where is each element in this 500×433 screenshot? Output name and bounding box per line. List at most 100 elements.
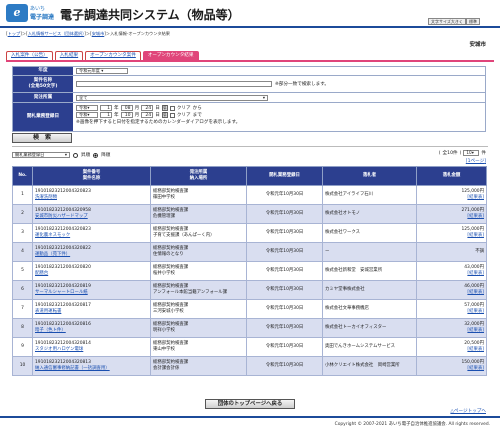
table-row: 9 19101823212004320814 スタジオ用ハロゲン電球 総務部契約検査課…	[12, 337, 487, 357]
cell-case: 19101823212004320814 スタジオ用ハロゲン電球	[32, 337, 151, 357]
section-row: 発注所属 全て ▾	[12, 93, 486, 103]
day-unit: 日	[155, 113, 160, 118]
cell-no: 8	[12, 318, 33, 338]
cell-winner: 株式会社トーカイオフィスター	[322, 318, 417, 338]
section-select[interactable]: 全て ▾	[76, 94, 268, 101]
sort-select[interactable]: 開札業務登録日 ▾	[12, 152, 70, 158]
cell-amount: 150,000円 [結果表]	[416, 356, 487, 376]
cell-no: 4	[12, 242, 33, 262]
page-link[interactable]: [1ページ]	[466, 158, 486, 164]
case-name-link[interactable]: サーマルシャートロール紙	[35, 290, 148, 296]
case-name-input[interactable]	[76, 81, 272, 87]
font-size-standard-button[interactable]: 標準	[466, 18, 480, 25]
col-date: 開札業務登録日	[246, 166, 323, 186]
cell-case: 19101823212004320820 配膳台	[32, 261, 151, 281]
site-logo-icon[interactable]: e	[6, 4, 28, 22]
result-sheet-link[interactable]: [結果表]	[419, 214, 484, 220]
table-row: 3 19101823212004320823 運化農ネスモック 総務部契約検査課 子育て…	[12, 223, 487, 243]
cell-winner: 株式会社新和堂 安城営業所	[322, 261, 417, 281]
page-size-select[interactable]: 10 ▾	[463, 150, 480, 156]
year-select-value: 令和元年度	[79, 68, 100, 73]
tab-bid-cases[interactable]: 入札案件（公告）	[6, 51, 53, 60]
breadcrumb-link-service[interactable]: 入札情報サービス（団体選択）	[28, 31, 85, 36]
date-to-year-input[interactable]: 1	[100, 112, 112, 118]
cell-date: 令和元年10月30日	[246, 299, 323, 319]
cell-winner: 株式会社文華事務機店	[322, 299, 417, 319]
table-header-row: No. 案件番号 案件名称 発注所属 納入場所 開札業務登録日 落札者 落札金額	[12, 166, 487, 186]
back-to-top-button[interactable]: 団体のトップページへ戻る	[205, 399, 295, 409]
cell-case: 19101823212004320816 暗子（色ト件）	[32, 318, 151, 338]
cell-no: 5	[12, 261, 33, 281]
cell-case: 19101823212004320958 安城市防災ハザードマップ	[32, 204, 151, 224]
cell-amount: 43,000円 [結果表]	[416, 261, 487, 281]
calendar-icon[interactable]: 暦	[161, 112, 168, 118]
date-from-day-input[interactable]: 24	[141, 105, 154, 111]
case-name-link[interactable]: 配膳台	[35, 271, 148, 277]
cell-date: 令和元年10月30日	[246, 261, 323, 281]
logo-text-top: あいち	[30, 6, 46, 12]
case-name-link[interactable]: スタジオ用ハロゲン電球	[35, 347, 148, 353]
date-from-month-input[interactable]: 08	[120, 105, 133, 111]
total-count: 全10件	[442, 151, 458, 156]
cell-case: 19101823212004320822 運動品（苑下件）	[32, 242, 151, 262]
sort-asc-radio[interactable]	[73, 152, 78, 158]
date-to-month-input[interactable]: 10	[120, 112, 133, 118]
cell-no: 10	[12, 356, 33, 376]
result-tabs: 入札案件（公告） 入札結果 オープンカウンタ案件 オープンカウンタ結果	[6, 51, 199, 60]
cell-date: 令和元年10月30日	[246, 337, 323, 357]
chevron-down-icon: ▾	[262, 94, 265, 100]
case-name-link[interactable]: 暗子（色ト件）	[35, 328, 148, 334]
tab-open-counter-cases[interactable]: オープンカウンタ案件	[85, 51, 141, 60]
from-suffix: から	[192, 106, 202, 111]
case-name-link[interactable]: 安城市防災ハザードマップ	[35, 214, 148, 220]
result-sheet-link[interactable]: [結果表]	[419, 195, 484, 201]
date-from-clear-checkbox[interactable]	[169, 105, 175, 111]
case-name-link[interactable]: 納入通信審事修納記書（一括調査用）	[35, 366, 148, 372]
sort-desc-radio[interactable]	[93, 152, 99, 158]
delivery-place: 子育て支援課（あんぱーく内）	[153, 233, 215, 238]
date-to-era-select[interactable]: 令和 ▾	[76, 112, 98, 118]
table-row: 10 19101823212004320813 納入通信審事修納記書（一括調査用）総…	[12, 356, 487, 376]
table-row: 4 19101823212004320822 運動品（苑下件） 総務部契約検査課 住情報…	[12, 242, 487, 262]
result-sheet-link[interactable]: [結果表]	[419, 233, 484, 239]
calendar-icon[interactable]: 暦	[161, 105, 168, 111]
sort-select-value: 開札業務登録日	[15, 152, 45, 157]
date-label: 開札業務登録日	[13, 103, 73, 131]
case-name-link[interactable]: 洗濯洗剤類	[35, 195, 148, 201]
day-unit: 日	[155, 106, 160, 111]
breadcrumb-link-org[interactable]: 安城市	[92, 31, 105, 36]
case-name-link[interactable]: 運動品（苑下件）	[35, 252, 148, 258]
result-sheet-link[interactable]: [結果表]	[419, 290, 484, 296]
result-sheet-link[interactable]: [結果表]	[419, 309, 484, 315]
date-from-era-select[interactable]: 令和 ▾	[76, 105, 98, 111]
search-button[interactable]: 検 索	[12, 133, 72, 143]
section-label: 発注所属	[13, 93, 73, 102]
cell-amount: 20,500円 [結果表]	[416, 337, 487, 357]
font-size-large-button[interactable]: 文字サイズ大きく	[428, 18, 466, 25]
page-top-link[interactable]: △ページトップへ	[450, 408, 486, 414]
case-name-link[interactable]: 運化農ネスモック	[35, 233, 148, 239]
cell-section: 総務部契約検査課 桜井小学校	[150, 261, 247, 281]
result-sheet-link[interactable]: [結果表]	[419, 366, 484, 372]
date-to-clear-checkbox[interactable]	[169, 112, 175, 118]
result-sheet-link[interactable]: [結果表]	[419, 347, 484, 353]
case-name-link[interactable]: 表道用運転書	[35, 309, 148, 315]
col-winner: 落札者	[322, 166, 417, 186]
date-from-year-input[interactable]: 1	[100, 105, 112, 111]
result-sheet-link[interactable]: [結果表]	[419, 271, 484, 277]
cell-winner: 奥田でんきホームシステムサービス	[322, 337, 417, 357]
result-sheet-link[interactable]: [結果表]	[419, 328, 484, 334]
tab-bid-results[interactable]: 入札結果	[54, 51, 84, 60]
year-unit: 年	[114, 106, 119, 111]
cell-case: 19101823212004320823 運化農ネスモック	[32, 223, 151, 243]
year-label: 年度	[13, 67, 73, 75]
breadcrumb-link-top[interactable]: トップ	[8, 31, 21, 36]
tab-open-counter-results[interactable]: オープンカウンタ結果	[142, 51, 199, 60]
date-to-day-input[interactable]: 24	[141, 112, 154, 118]
year-select[interactable]: 令和元年度 ▾	[76, 68, 128, 74]
cell-amount: 125,000円 [結果表]	[416, 223, 487, 243]
cell-date: 令和元年10月30日	[246, 242, 323, 262]
cell-section: 総務部契約検査課 子育て支援課（あんぱーく内）	[150, 223, 247, 243]
delivery-place: 住情報のとなり	[153, 252, 184, 257]
cell-no: 1	[12, 185, 33, 205]
